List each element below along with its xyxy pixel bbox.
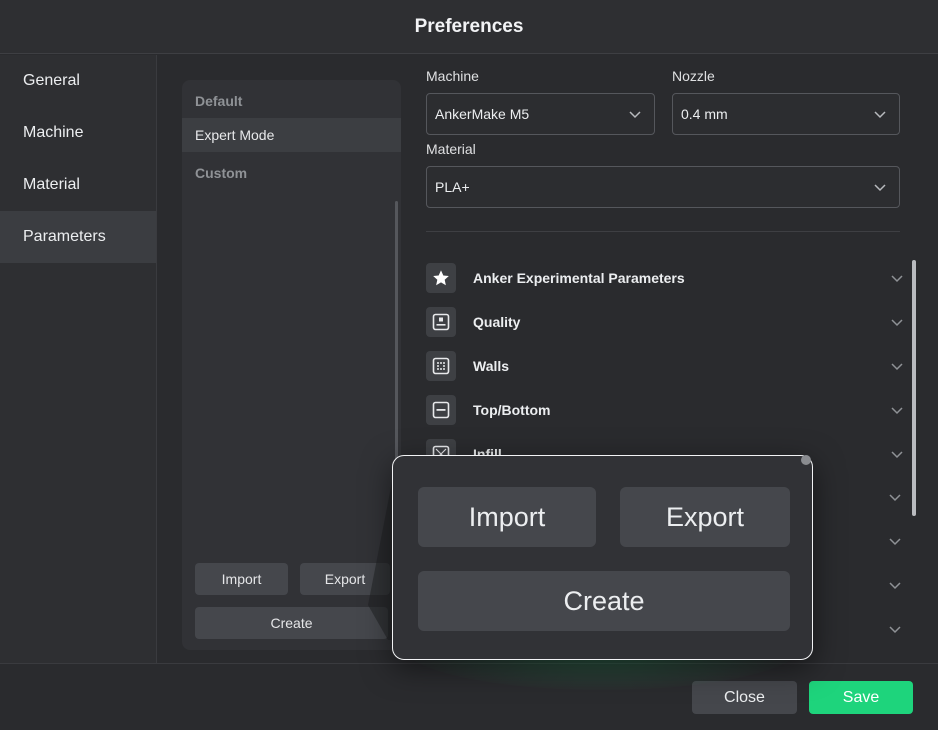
preferences-sidebar: General Machine Material Parameters [0, 55, 157, 663]
machine-select[interactable]: AnkerMake M5 [426, 93, 655, 135]
parameters-scrollbar[interactable] [912, 260, 916, 516]
callout-import-button[interactable]: Import [418, 487, 596, 547]
chevron-down-icon [874, 184, 886, 192]
sidebar-item-general[interactable]: General [0, 55, 156, 107]
nozzle-select[interactable]: 0.4 mm [672, 93, 900, 135]
profile-section-default[interactable]: Default [182, 84, 401, 118]
chevron-down-icon [891, 319, 903, 327]
param-group-top-bottom[interactable]: Top/Bottom [426, 395, 904, 425]
star-icon [426, 263, 456, 293]
import-button[interactable]: Import [195, 563, 288, 595]
sidebar-item-machine[interactable]: Machine [0, 107, 156, 159]
param-group-walls[interactable]: Walls [426, 351, 904, 381]
machine-label: Machine [426, 68, 479, 84]
profile-list-scrollbar[interactable] [395, 201, 398, 461]
chevron-down-icon [891, 451, 903, 459]
zoom-dot [801, 455, 811, 465]
chevron-down-icon [874, 111, 886, 119]
sidebar-item-parameters[interactable]: Parameters [0, 211, 156, 263]
title-bar: Preferences [0, 0, 938, 54]
chevron-down-icon[interactable] [888, 622, 902, 636]
param-group-anker-experimental[interactable]: Anker Experimental Parameters [426, 263, 904, 293]
section-divider [426, 231, 900, 232]
param-group-label: Walls [473, 358, 510, 374]
top-bottom-icon [426, 395, 456, 425]
window-title: Preferences [414, 15, 524, 37]
export-button[interactable]: Export [300, 563, 390, 595]
param-group-quality[interactable]: Quality [426, 307, 904, 337]
callout-create-button[interactable]: Create [418, 571, 790, 631]
param-group-label: Top/Bottom [473, 402, 551, 418]
close-button[interactable]: Close [692, 681, 797, 714]
chevron-down-icon [629, 111, 641, 119]
profile-item-expert-mode[interactable]: Expert Mode [182, 118, 401, 152]
sidebar-item-material[interactable]: Material [0, 159, 156, 211]
chevron-down-icon [891, 275, 903, 283]
nozzle-value: 0.4 mm [681, 106, 728, 122]
chevron-down-icon[interactable] [888, 534, 902, 548]
profile-section-custom[interactable]: Custom [182, 156, 401, 190]
walls-icon [426, 351, 456, 381]
chevron-down-icon[interactable] [888, 578, 902, 592]
material-label: Material [426, 141, 476, 157]
create-button[interactable]: Create [195, 607, 388, 639]
material-select[interactable]: PLA+ [426, 166, 900, 208]
quality-icon [426, 307, 456, 337]
callout-export-button[interactable]: Export [620, 487, 790, 547]
chevron-down-icon [891, 407, 903, 415]
save-button[interactable]: Save [809, 681, 913, 714]
chevron-down-icon[interactable] [888, 490, 902, 504]
nozzle-label: Nozzle [672, 68, 715, 84]
material-value: PLA+ [435, 179, 470, 195]
machine-value: AnkerMake M5 [435, 106, 530, 122]
footer-bar [0, 663, 938, 730]
param-group-label: Anker Experimental Parameters [473, 270, 685, 286]
chevron-down-icon [891, 363, 903, 371]
param-group-label: Quality [473, 314, 521, 330]
